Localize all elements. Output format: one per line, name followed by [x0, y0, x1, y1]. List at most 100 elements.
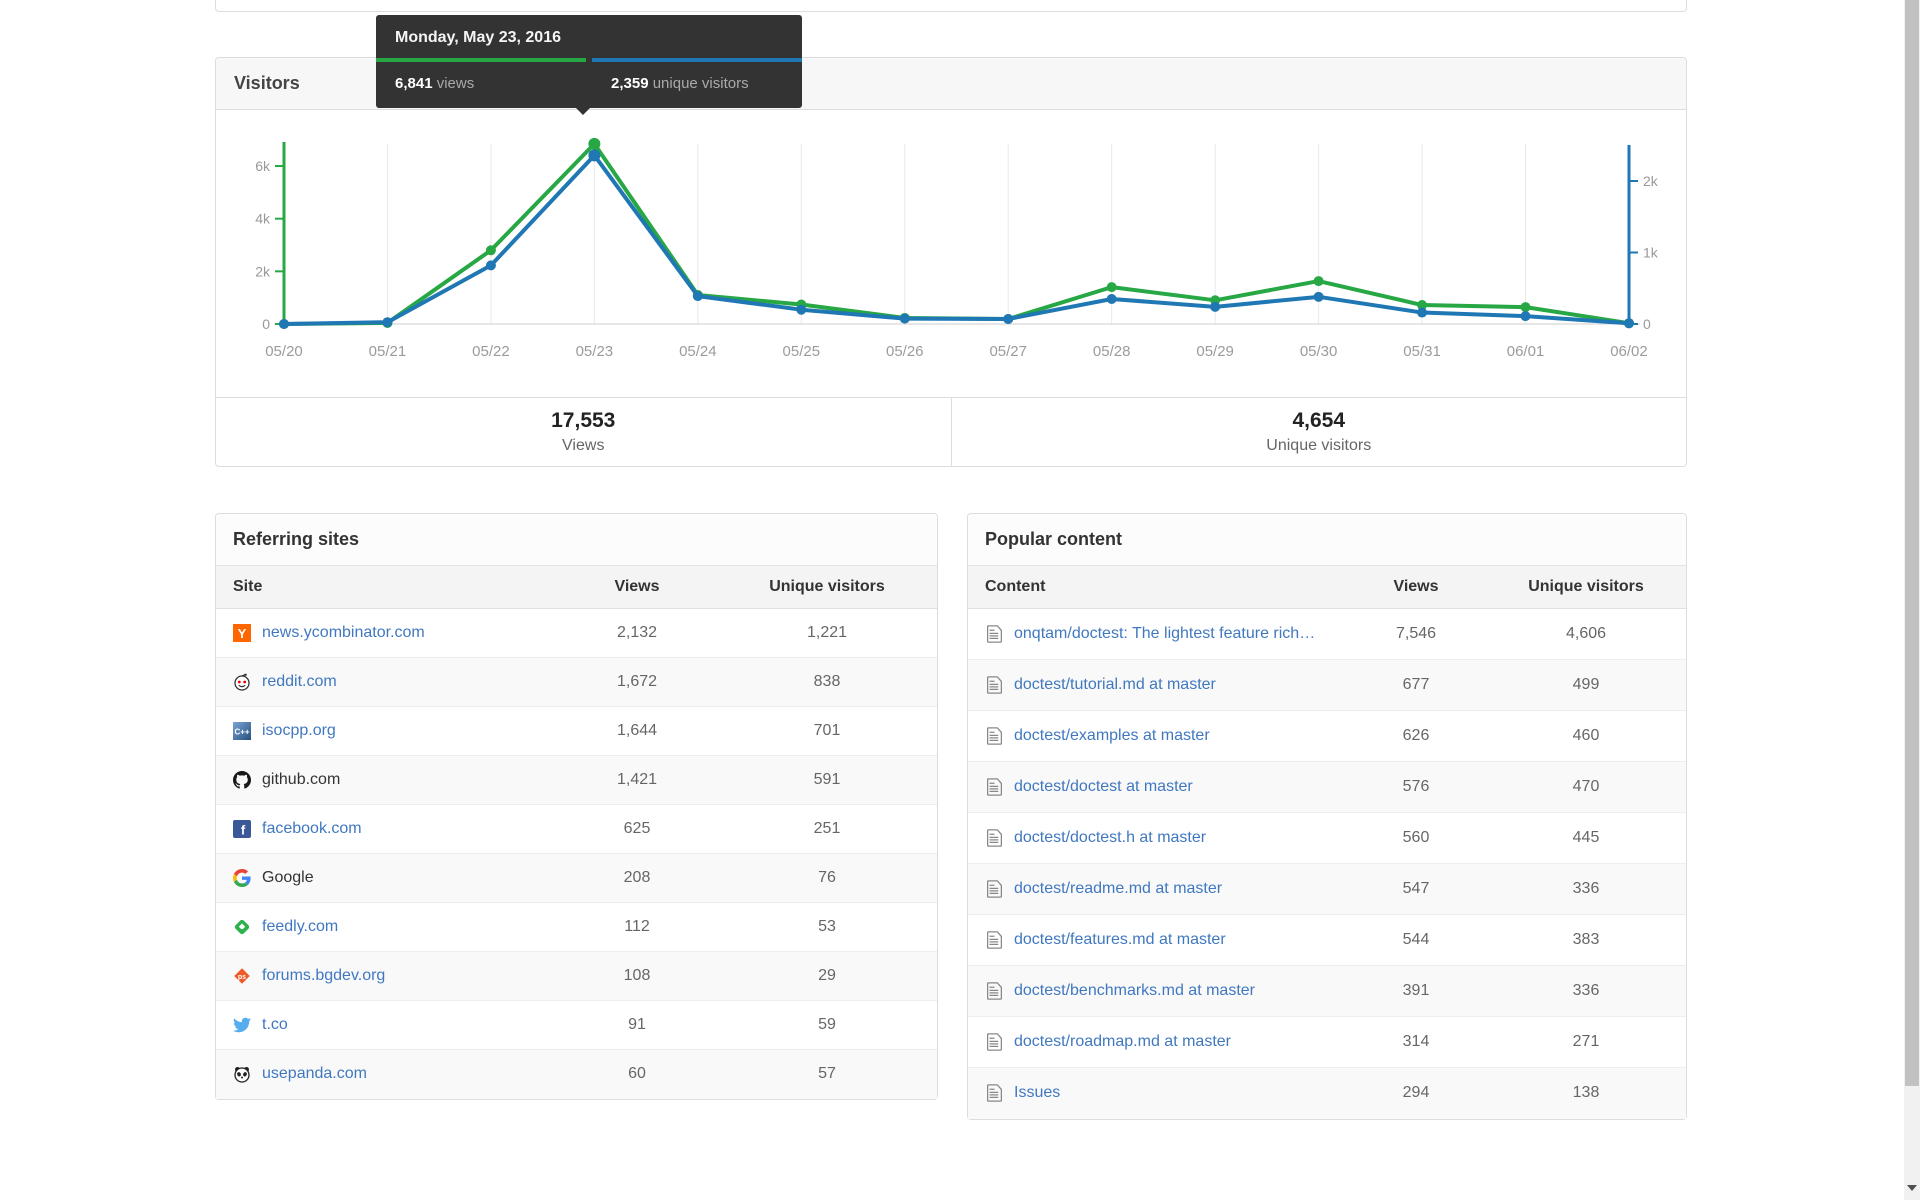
table-row: usepanda.com 60 57	[216, 1049, 937, 1099]
visitors-panel: Visitors 6k 4k 2k 0 2k 1k 0 05/20 05/21 05/22 05/2…	[215, 57, 1687, 467]
google-favicon	[233, 869, 251, 887]
views-count: 294	[1346, 1067, 1486, 1119]
unique-visitors-count: 271	[1486, 1016, 1686, 1068]
popular-content-link[interactable]: Issues	[1014, 1084, 1060, 1102]
unique-visitors-count: 445	[1486, 812, 1686, 864]
popular-content-table: Content Views Unique visitors onqtam/doc…	[968, 566, 1686, 1119]
unique-visitors-count: 838	[717, 657, 937, 707]
tooltip-views-label: views	[436, 75, 475, 92]
visitors-line-chart[interactable]: 6k 4k 2k 0 2k 1k 0 05/20 05/21 05/22 05/23 05/24 05/…	[216, 116, 1686, 399]
file-icon	[985, 1084, 1003, 1102]
referring-site-link[interactable]: reddit.com	[262, 673, 337, 691]
tooltip-unique-label: unique visitors	[652, 75, 749, 92]
unique-visitors-count: 138	[1486, 1067, 1686, 1119]
unique-visitors-count: 59	[717, 1000, 937, 1050]
referring-site-link[interactable]: feedly.com	[262, 918, 338, 936]
svg-text:Y: Y	[238, 626, 247, 641]
table-row: doctest/tutorial.md at master 677 499	[968, 659, 1686, 711]
referring-site-link[interactable]: news.ycombinator.com	[262, 624, 425, 642]
views-count: 1,644	[557, 706, 717, 756]
scrollbar-down-button[interactable]	[1904, 1183, 1920, 1197]
referring-site-link[interactable]: isocpp.org	[262, 722, 336, 740]
table-row: doctest/doctest.h at master 560 445	[968, 812, 1686, 864]
chart-tooltip: Monday, May 23, 2016 6,841 views 2,359 u…	[376, 15, 802, 115]
chart-summary-row: 17,553 Views 4,654 Unique visitors	[216, 397, 1686, 466]
referring-site-link[interactable]: usepanda.com	[262, 1065, 367, 1083]
svg-text:05/27: 05/27	[989, 343, 1027, 360]
svg-text:1k: 1k	[1643, 245, 1659, 261]
table-row: reddit.com 1,672 838	[216, 657, 937, 707]
svg-text:05/31: 05/31	[1403, 343, 1441, 360]
unique-visitors-count: 76	[717, 853, 937, 903]
feedly-favicon	[233, 918, 251, 936]
svg-text:05/29: 05/29	[1196, 343, 1234, 360]
table-row: feedly.com 112 53	[216, 902, 937, 952]
total-unique-label: Unique visitors	[1266, 437, 1372, 454]
column-header-views: Views	[1346, 566, 1486, 609]
popular-content-link[interactable]: doctest/doctest at master	[1014, 778, 1193, 796]
visitors-chart[interactable]: 6k 4k 2k 0 2k 1k 0 05/20 05/21 05/22 05/23 05/24 05/…	[216, 116, 1686, 399]
unique-visitors-count: 383	[1486, 914, 1686, 966]
svg-text:05/26: 05/26	[886, 343, 924, 360]
referring-site-link[interactable]: forums.bgdev.org	[262, 967, 385, 985]
svg-text:05/28: 05/28	[1093, 343, 1131, 360]
scrollbar-thumb[interactable]	[1905, 0, 1919, 1086]
views-count: 2,132	[616, 624, 658, 641]
svg-text:05/25: 05/25	[783, 343, 821, 360]
popular-content-link[interactable]: doctest/readme.md at master	[1014, 880, 1222, 898]
bgdev-favicon: ps	[233, 967, 251, 985]
file-icon	[985, 880, 1003, 898]
popular-content-link[interactable]: onqtam/doctest: The lightest feature ric…	[1014, 625, 1315, 643]
popular-content-link[interactable]: doctest/benchmarks.md at master	[1014, 982, 1255, 1000]
svg-text:f: f	[241, 823, 246, 838]
table-row: C++ isocpp.org 1,644 701	[216, 706, 937, 756]
referring-sites-title: Referring sites	[216, 514, 937, 566]
popular-content-link[interactable]: doctest/features.md at master	[1014, 931, 1226, 949]
table-row: onqtam/doctest: The lightest feature ric…	[968, 609, 1686, 660]
file-icon	[985, 1033, 1003, 1051]
popular-content-link[interactable]: doctest/examples at master	[1014, 727, 1210, 745]
tooltip-unique-cell: 2,359 unique visitors	[592, 58, 802, 108]
clones-panel-fragment	[215, 0, 1687, 12]
views-count: 560	[1346, 812, 1486, 864]
svg-text:C++: C++	[234, 728, 249, 737]
column-header-unique: Unique visitors	[717, 566, 937, 609]
unique-visitors-count: 701	[717, 706, 937, 756]
views-count: 626	[1346, 710, 1486, 762]
referring-site-link: Google	[262, 869, 314, 886]
file-icon	[985, 727, 1003, 745]
popular-content-link[interactable]: doctest/roadmap.md at master	[1014, 1033, 1231, 1051]
table-row: doctest/roadmap.md at master 314 271	[968, 1016, 1686, 1068]
table-row: doctest/readme.md at master 547 336	[968, 863, 1686, 915]
panda-favicon	[233, 1065, 251, 1083]
total-views-label: Views	[562, 437, 605, 454]
popular-content-link[interactable]: doctest/tutorial.md at master	[1014, 676, 1216, 694]
twitter-favicon	[233, 1016, 251, 1034]
unique-visitors-count: 4,606	[1565, 625, 1607, 642]
unique-visitors-count: 336	[1486, 965, 1686, 1017]
views-count: 108	[557, 951, 717, 1001]
table-row: doctest/features.md at master 544 383	[968, 914, 1686, 966]
svg-text:ps: ps	[238, 974, 246, 981]
tooltip-views-cell: 6,841 views	[376, 58, 586, 108]
svg-text:2k: 2k	[1643, 173, 1659, 189]
popular-content-title: Popular content	[968, 514, 1686, 566]
traffic-page: Visitors 6k 4k 2k 0 2k 1k 0 05/20 05/21 05/22 05/2…	[0, 0, 1920, 1200]
column-header-views: Views	[557, 566, 717, 609]
unique-visitors-count: 251	[717, 804, 937, 854]
views-count: 1,672	[557, 657, 717, 707]
popular-content-link[interactable]: doctest/doctest.h at master	[1014, 829, 1206, 847]
views-count: 91	[557, 1000, 717, 1050]
referring-site-link[interactable]: t.co	[262, 1016, 288, 1034]
views-count: 677	[1346, 659, 1486, 711]
views-count: 547	[1346, 863, 1486, 915]
vertical-scrollbar[interactable]	[1904, 0, 1920, 1200]
svg-text:06/02: 06/02	[1610, 343, 1648, 360]
total-unique-value: 4,654	[1292, 409, 1346, 432]
tooltip-views-value: 6,841	[395, 75, 433, 92]
unique-visitors-count: 499	[1486, 659, 1686, 711]
ycombinator-favicon: Y	[233, 624, 251, 642]
views-count: 391	[1346, 965, 1486, 1017]
total-views-value: 17,553	[551, 409, 616, 432]
referring-site-link[interactable]: facebook.com	[262, 820, 362, 838]
